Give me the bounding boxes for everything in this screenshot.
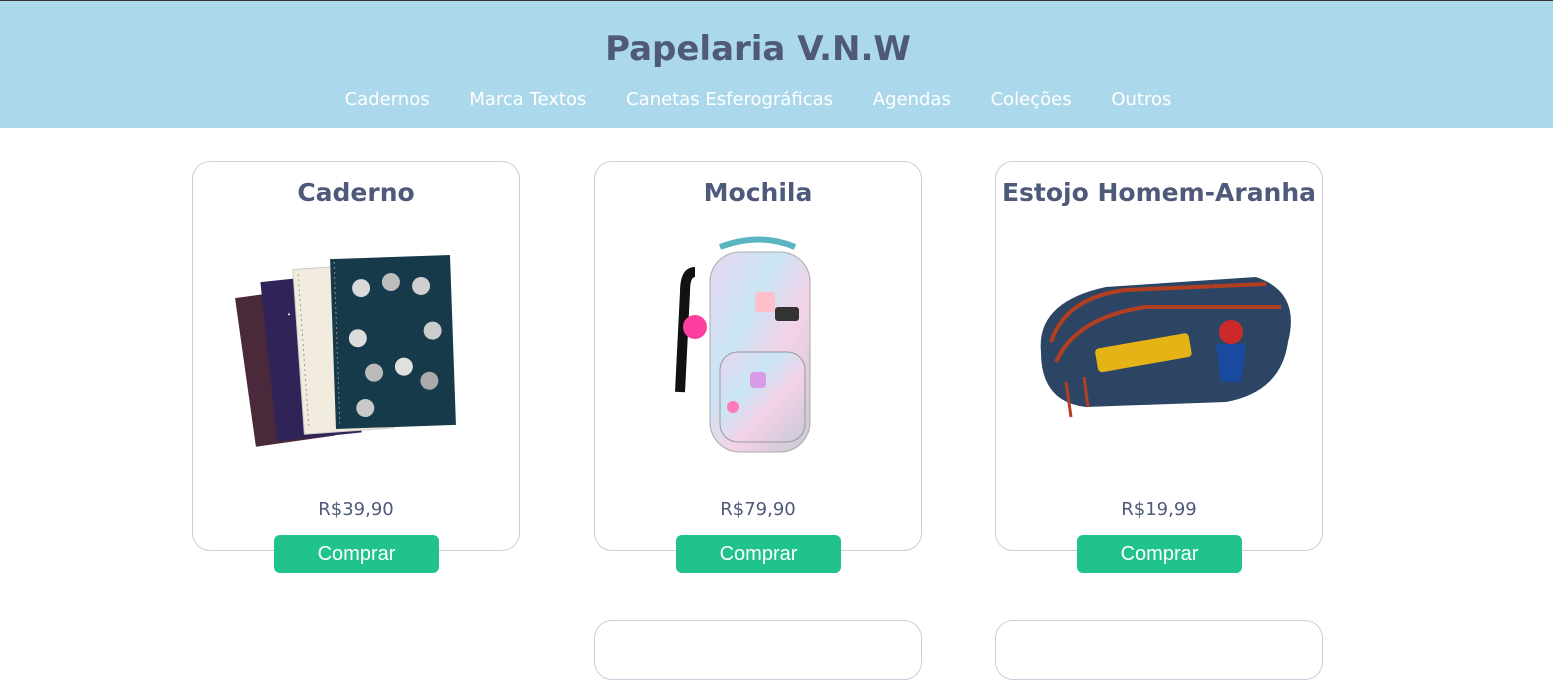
pencil-case-image bbox=[1040, 277, 1291, 418]
nav-colecoes[interactable]: Coleções bbox=[991, 89, 1072, 110]
product-card-caderno: Caderno R$39,90 Comprar bbox=[192, 161, 520, 573]
buy-button[interactable]: Comprar bbox=[1077, 535, 1242, 573]
buy-button[interactable]: Comprar bbox=[274, 535, 439, 573]
backpack-image bbox=[675, 236, 811, 453]
product-price: R$19,99 bbox=[1121, 499, 1197, 520]
buy-button[interactable]: Comprar bbox=[676, 535, 841, 573]
product-title: Estojo Homem-Aranha bbox=[1001, 178, 1317, 207]
nav-outros[interactable]: Outros bbox=[1111, 89, 1171, 110]
product-price: R$79,90 bbox=[720, 499, 796, 520]
nav-marca-textos[interactable]: Marca Textos bbox=[469, 89, 586, 110]
product-card-mochila: Mochila R$79,90 Comprar bbox=[594, 161, 922, 573]
product-title: Mochila bbox=[703, 178, 813, 207]
product-title: Caderno bbox=[297, 178, 415, 207]
nav-agendas[interactable]: Agendas bbox=[873, 89, 951, 110]
nav-cadernos[interactable]: Cadernos bbox=[345, 89, 430, 110]
site-title: Papelaria V.N.W bbox=[605, 29, 911, 69]
nav-canetas[interactable]: Canetas Esferográficas bbox=[626, 89, 833, 110]
product-card-partial bbox=[594, 620, 922, 680]
notebooks-image bbox=[235, 254, 456, 447]
product-card-estojo: Estojo Homem-Aranha R$19,99 Comprar bbox=[995, 161, 1323, 573]
main-nav: Cadernos Marca Textos Canetas Esferográf… bbox=[0, 89, 1516, 110]
product-price: R$39,90 bbox=[318, 499, 394, 520]
product-card-partial bbox=[995, 620, 1323, 680]
site-header: Papelaria V.N.W Cadernos Marca Textos Ca… bbox=[0, 1, 1553, 128]
